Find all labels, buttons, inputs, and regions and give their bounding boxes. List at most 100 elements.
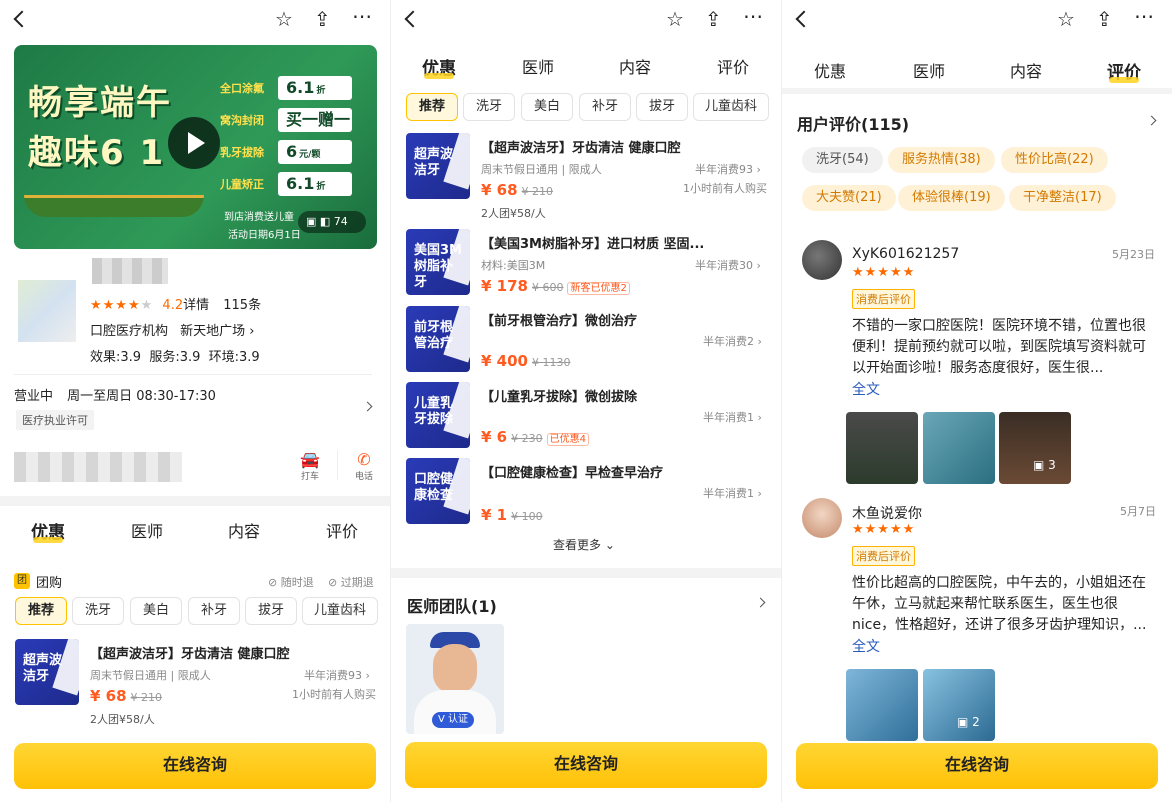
- deal-thumbnail[interactable]: 超声波洁牙: [15, 639, 79, 705]
- chip-whitening[interactable]: 美白: [521, 93, 573, 121]
- scores: 效果:3.9 服务:3.9 环境:3.9: [90, 350, 260, 365]
- share-icon[interactable]: ⇪: [705, 7, 722, 31]
- back-icon[interactable]: [795, 10, 813, 28]
- more-icon[interactable]: ⋯: [743, 4, 763, 28]
- share-icon[interactable]: ⇪: [314, 7, 331, 31]
- chip-filling[interactable]: 补牙: [188, 597, 240, 625]
- tab-doctors[interactable]: 医师: [508, 54, 568, 78]
- chip-kids[interactable]: 儿童齿科: [302, 597, 378, 625]
- category-row[interactable]: 口腔医疗机构 新天地广场 ›: [90, 320, 255, 339]
- consult-button[interactable]: 在线咨询: [796, 743, 1158, 789]
- rating-row[interactable]: ★★★★★ 4.2详情 115条: [90, 294, 261, 313]
- deal-thumbnail[interactable]: 口腔健康检查: [406, 458, 470, 524]
- review-tag[interactable]: 干净整洁(17): [1009, 185, 1116, 211]
- address-blurred[interactable]: [14, 452, 182, 482]
- review-photo[interactable]: [846, 669, 918, 741]
- deal-thumbnail[interactable]: 前牙根管治疗: [406, 306, 470, 372]
- tab-doctors[interactable]: 医师: [899, 58, 959, 82]
- chip-extraction[interactable]: 拔牙: [636, 93, 688, 121]
- deal-title[interactable]: 【前牙根管治疗】微创治疗: [481, 310, 637, 329]
- car-icon: 🚘: [300, 450, 320, 469]
- chip-cleaning[interactable]: 洗牙: [463, 93, 515, 121]
- tab-reviews[interactable]: 评价: [312, 518, 372, 542]
- deal-title[interactable]: 【儿童乳牙拔除】微创拔除: [481, 386, 637, 405]
- chip-whitening[interactable]: 美白: [130, 597, 182, 625]
- tab-reviews[interactable]: 评价: [703, 54, 763, 78]
- tab-deals[interactable]: 优惠: [800, 58, 860, 82]
- avatar[interactable]: [802, 498, 842, 538]
- consult-button[interactable]: 在线咨询: [14, 743, 376, 789]
- deal-title[interactable]: 【美国3M树脂补牙】进口材质 坚固...: [481, 233, 704, 252]
- deal-title[interactable]: 【超声波洁牙】牙齿清洁 健康口腔: [481, 137, 681, 156]
- chip-cleaning[interactable]: 洗牙: [72, 597, 124, 625]
- tab-content[interactable]: 内容: [214, 518, 274, 542]
- review-photo[interactable]: ▣ 2: [923, 669, 995, 741]
- merchant-name-blurred: [92, 258, 168, 284]
- review-count: 115条: [223, 298, 262, 313]
- more-icon[interactable]: ⋯: [1134, 4, 1154, 28]
- more-icon[interactable]: ⋯: [352, 4, 372, 28]
- review-date: 5月7日: [1120, 505, 1156, 518]
- chip-extraction[interactable]: 拔牙: [245, 597, 297, 625]
- reviewer-name[interactable]: XyK601621257: [852, 246, 959, 262]
- media-count: 74: [333, 215, 348, 228]
- tab-deals[interactable]: 优惠: [409, 54, 469, 79]
- deal-price: ¥ 68 ¥ 210: [90, 687, 163, 705]
- consult-button[interactable]: 在线咨询: [405, 742, 767, 788]
- full-text-link[interactable]: 全文: [852, 636, 880, 656]
- deal-sold: 半年消费1 ›: [703, 411, 762, 424]
- star-icon[interactable]: ☆: [275, 7, 293, 31]
- review-tag[interactable]: 洗牙(54): [802, 147, 883, 173]
- rating-details-link[interactable]: 详情: [183, 298, 209, 313]
- tab-deals[interactable]: 优惠: [18, 518, 78, 543]
- review-photo[interactable]: ▣ 3: [999, 412, 1071, 484]
- view-more-link[interactable]: 查看更多 ⌄: [553, 536, 615, 553]
- banner-headline-2: 趣味6 1: [28, 133, 166, 173]
- chevron-right-icon[interactable]: [1146, 115, 1157, 126]
- deal-thumbnail[interactable]: 超声波洁牙: [406, 133, 470, 199]
- play-icon[interactable]: [168, 117, 220, 169]
- media-count-badge[interactable]: ▣ ◧ 74: [298, 211, 366, 233]
- full-text-link[interactable]: 全文: [852, 379, 880, 399]
- offer-list: 全口涂氟 6.1 折窝沟封闭 买一赠一 乳牙拔除 6 元/颗 儿童矫正 6.1 折: [220, 75, 352, 203]
- review-tag[interactable]: 体验很棒(19): [898, 185, 1005, 211]
- promo-banner[interactable]: 畅享端午 趣味6 1 全口涂氟 6.1 折窝沟封闭 买一赠一 乳牙拔除 6 元/颗 儿童矫正 6…: [14, 45, 377, 249]
- deal-thumbnail[interactable]: 美国3M树脂补牙: [406, 229, 470, 295]
- chip-recommend[interactable]: 推荐: [15, 597, 67, 625]
- review-photo[interactable]: [846, 412, 918, 484]
- review-tag[interactable]: 大夫赞(21): [802, 185, 896, 211]
- chip-recommend[interactable]: 推荐: [406, 93, 458, 121]
- review-tag[interactable]: 服务热情(38): [888, 147, 995, 173]
- tab-content[interactable]: 内容: [996, 58, 1056, 82]
- avatar[interactable]: [802, 240, 842, 280]
- chip-filling[interactable]: 补牙: [579, 93, 631, 121]
- review-photo[interactable]: [923, 412, 995, 484]
- tab-doctors[interactable]: 医师: [117, 518, 177, 542]
- phone-icon: ✆: [357, 450, 371, 469]
- share-icon[interactable]: ⇪: [1096, 7, 1113, 31]
- hours-row[interactable]: 营业中 周一至周日 08:30-17:30: [14, 385, 216, 404]
- deal-title[interactable]: 【超声波洁牙】牙齿清洁 健康口腔: [90, 643, 290, 662]
- taxi-button[interactable]: 🚘 打车: [296, 450, 324, 482]
- deal-thumbnail[interactable]: 儿童乳牙拔除: [406, 382, 470, 448]
- chevron-right-icon[interactable]: [755, 597, 766, 608]
- back-icon[interactable]: [13, 10, 31, 28]
- chip-kids[interactable]: 儿童齿科: [693, 93, 769, 121]
- license-tag[interactable]: 医疗执业许可: [16, 410, 94, 430]
- review-tag[interactable]: 性价比高(22): [1001, 147, 1108, 173]
- star-icon[interactable]: ☆: [666, 7, 684, 31]
- tab-content[interactable]: 内容: [605, 54, 665, 78]
- chevron-right-icon[interactable]: [362, 401, 373, 412]
- phone-label: 电话: [354, 472, 373, 482]
- reviewer-name[interactable]: 木鱼说爱你: [852, 503, 922, 523]
- back-icon[interactable]: [404, 10, 422, 28]
- section-tabs: 优惠 医师 内容 评价: [391, 54, 781, 90]
- taxi-label: 打车: [300, 472, 319, 482]
- doctor-card[interactable]: V 认证: [406, 624, 504, 734]
- phone-button[interactable]: ✆ 电话: [350, 450, 378, 482]
- star-icon[interactable]: ☆: [1057, 7, 1075, 31]
- tab-reviews[interactable]: 评价: [1094, 58, 1154, 83]
- deal-group-price: 2人团¥58/人: [481, 207, 546, 220]
- deal-title[interactable]: 【口腔健康检查】早检查早治疗: [481, 462, 663, 481]
- rating-stars: ★★★★: [90, 298, 141, 313]
